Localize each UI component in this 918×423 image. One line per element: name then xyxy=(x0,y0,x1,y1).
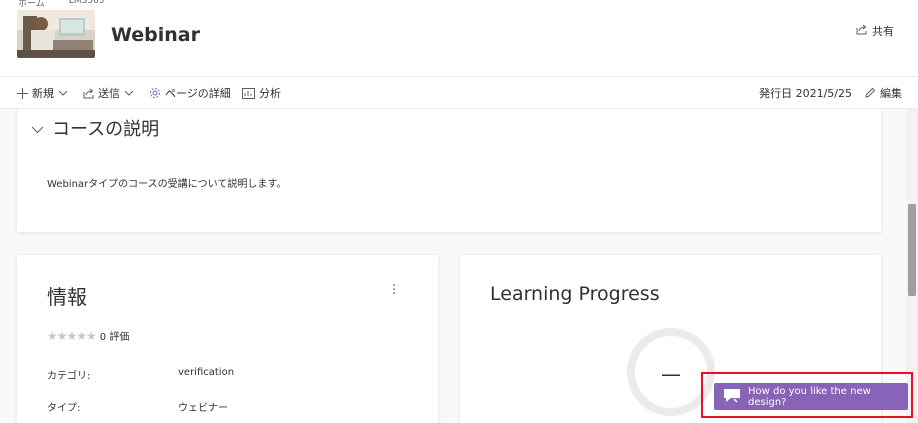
chart-icon xyxy=(242,87,255,99)
course-section-toggle[interactable]: コースの説明 xyxy=(31,115,159,141)
info-key: カテゴリ: xyxy=(47,371,91,382)
scrollbar-thumb[interactable] xyxy=(908,204,916,296)
gear-icon xyxy=(149,87,161,99)
edit-label: 編集 xyxy=(880,87,902,100)
share-icon xyxy=(856,24,867,38)
site-header: ホーム LMS365 Webinar 共有 xyxy=(0,0,918,76)
analytics-label: 分析 xyxy=(259,87,281,100)
command-bar-right: 発行日 2021/5/25 編集 xyxy=(759,85,902,101)
info-value: verification xyxy=(178,367,235,378)
page-details-button[interactable]: ページの詳細 xyxy=(149,85,231,101)
analytics-button[interactable]: 分析 xyxy=(242,85,281,101)
share-label: 共有 xyxy=(872,25,894,38)
breadcrumb-lms365[interactable]: LMS365 xyxy=(69,0,105,9)
course-description-text: Webinarタイプのコースの受講について説明します。 xyxy=(47,179,287,190)
course-description-card: コースの説明 Webinarタイプのコースの受講について説明します。 xyxy=(17,109,881,232)
send-button[interactable]: 送信 xyxy=(83,85,134,101)
info-title: 情報 xyxy=(47,285,87,309)
breadcrumb: ホーム LMS365 xyxy=(18,0,104,9)
published-date: 発行日 2021/5/25 xyxy=(759,87,852,100)
info-value: ウェビナー xyxy=(178,403,228,414)
new-label: 新規 xyxy=(32,87,54,100)
send-label: 送信 xyxy=(98,87,120,100)
feedback-highlight: How do you like the new design? xyxy=(701,372,913,418)
page-details-label: ページの詳細 xyxy=(165,87,231,100)
feedback-button[interactable]: How do you like the new design? xyxy=(714,383,908,410)
chevron-down-icon xyxy=(58,90,68,96)
info-card: 情報 · · · ★★★★★ 0 評価 カテゴリ: verification タイプ… xyxy=(17,255,438,423)
edit-button[interactable]: 編集 xyxy=(864,85,902,101)
chevron-down-icon xyxy=(31,119,44,138)
course-section-title: コースの説明 xyxy=(52,119,160,140)
share-button[interactable]: 共有 xyxy=(856,23,894,39)
feedback-label: How do you like the new design? xyxy=(748,385,871,408)
chat-bubble-icon xyxy=(722,387,742,407)
rating-stars-icon[interactable]: ★★★★★ xyxy=(47,329,97,343)
command-bar: 新規 送信 ページの詳細 分析 発行日 2021/5/25 編集 xyxy=(0,77,918,109)
pencil-icon xyxy=(864,87,876,99)
send-icon xyxy=(83,88,94,99)
rating: ★★★★★ 0 評価 xyxy=(47,328,130,344)
breadcrumb-home[interactable]: ホーム xyxy=(18,0,45,9)
site-title: Webinar xyxy=(111,24,200,46)
new-button[interactable]: 新規 xyxy=(17,85,68,101)
plus-icon xyxy=(17,87,28,99)
more-options-icon[interactable]: · · · xyxy=(392,280,396,301)
info-key: タイプ: xyxy=(47,403,81,414)
rating-count: 0 評価 xyxy=(99,332,130,343)
chevron-down-icon xyxy=(124,90,134,96)
site-logo-image[interactable] xyxy=(17,10,95,58)
learning-progress-title: Learning Progress xyxy=(490,283,660,305)
progress-value: — xyxy=(661,362,681,386)
